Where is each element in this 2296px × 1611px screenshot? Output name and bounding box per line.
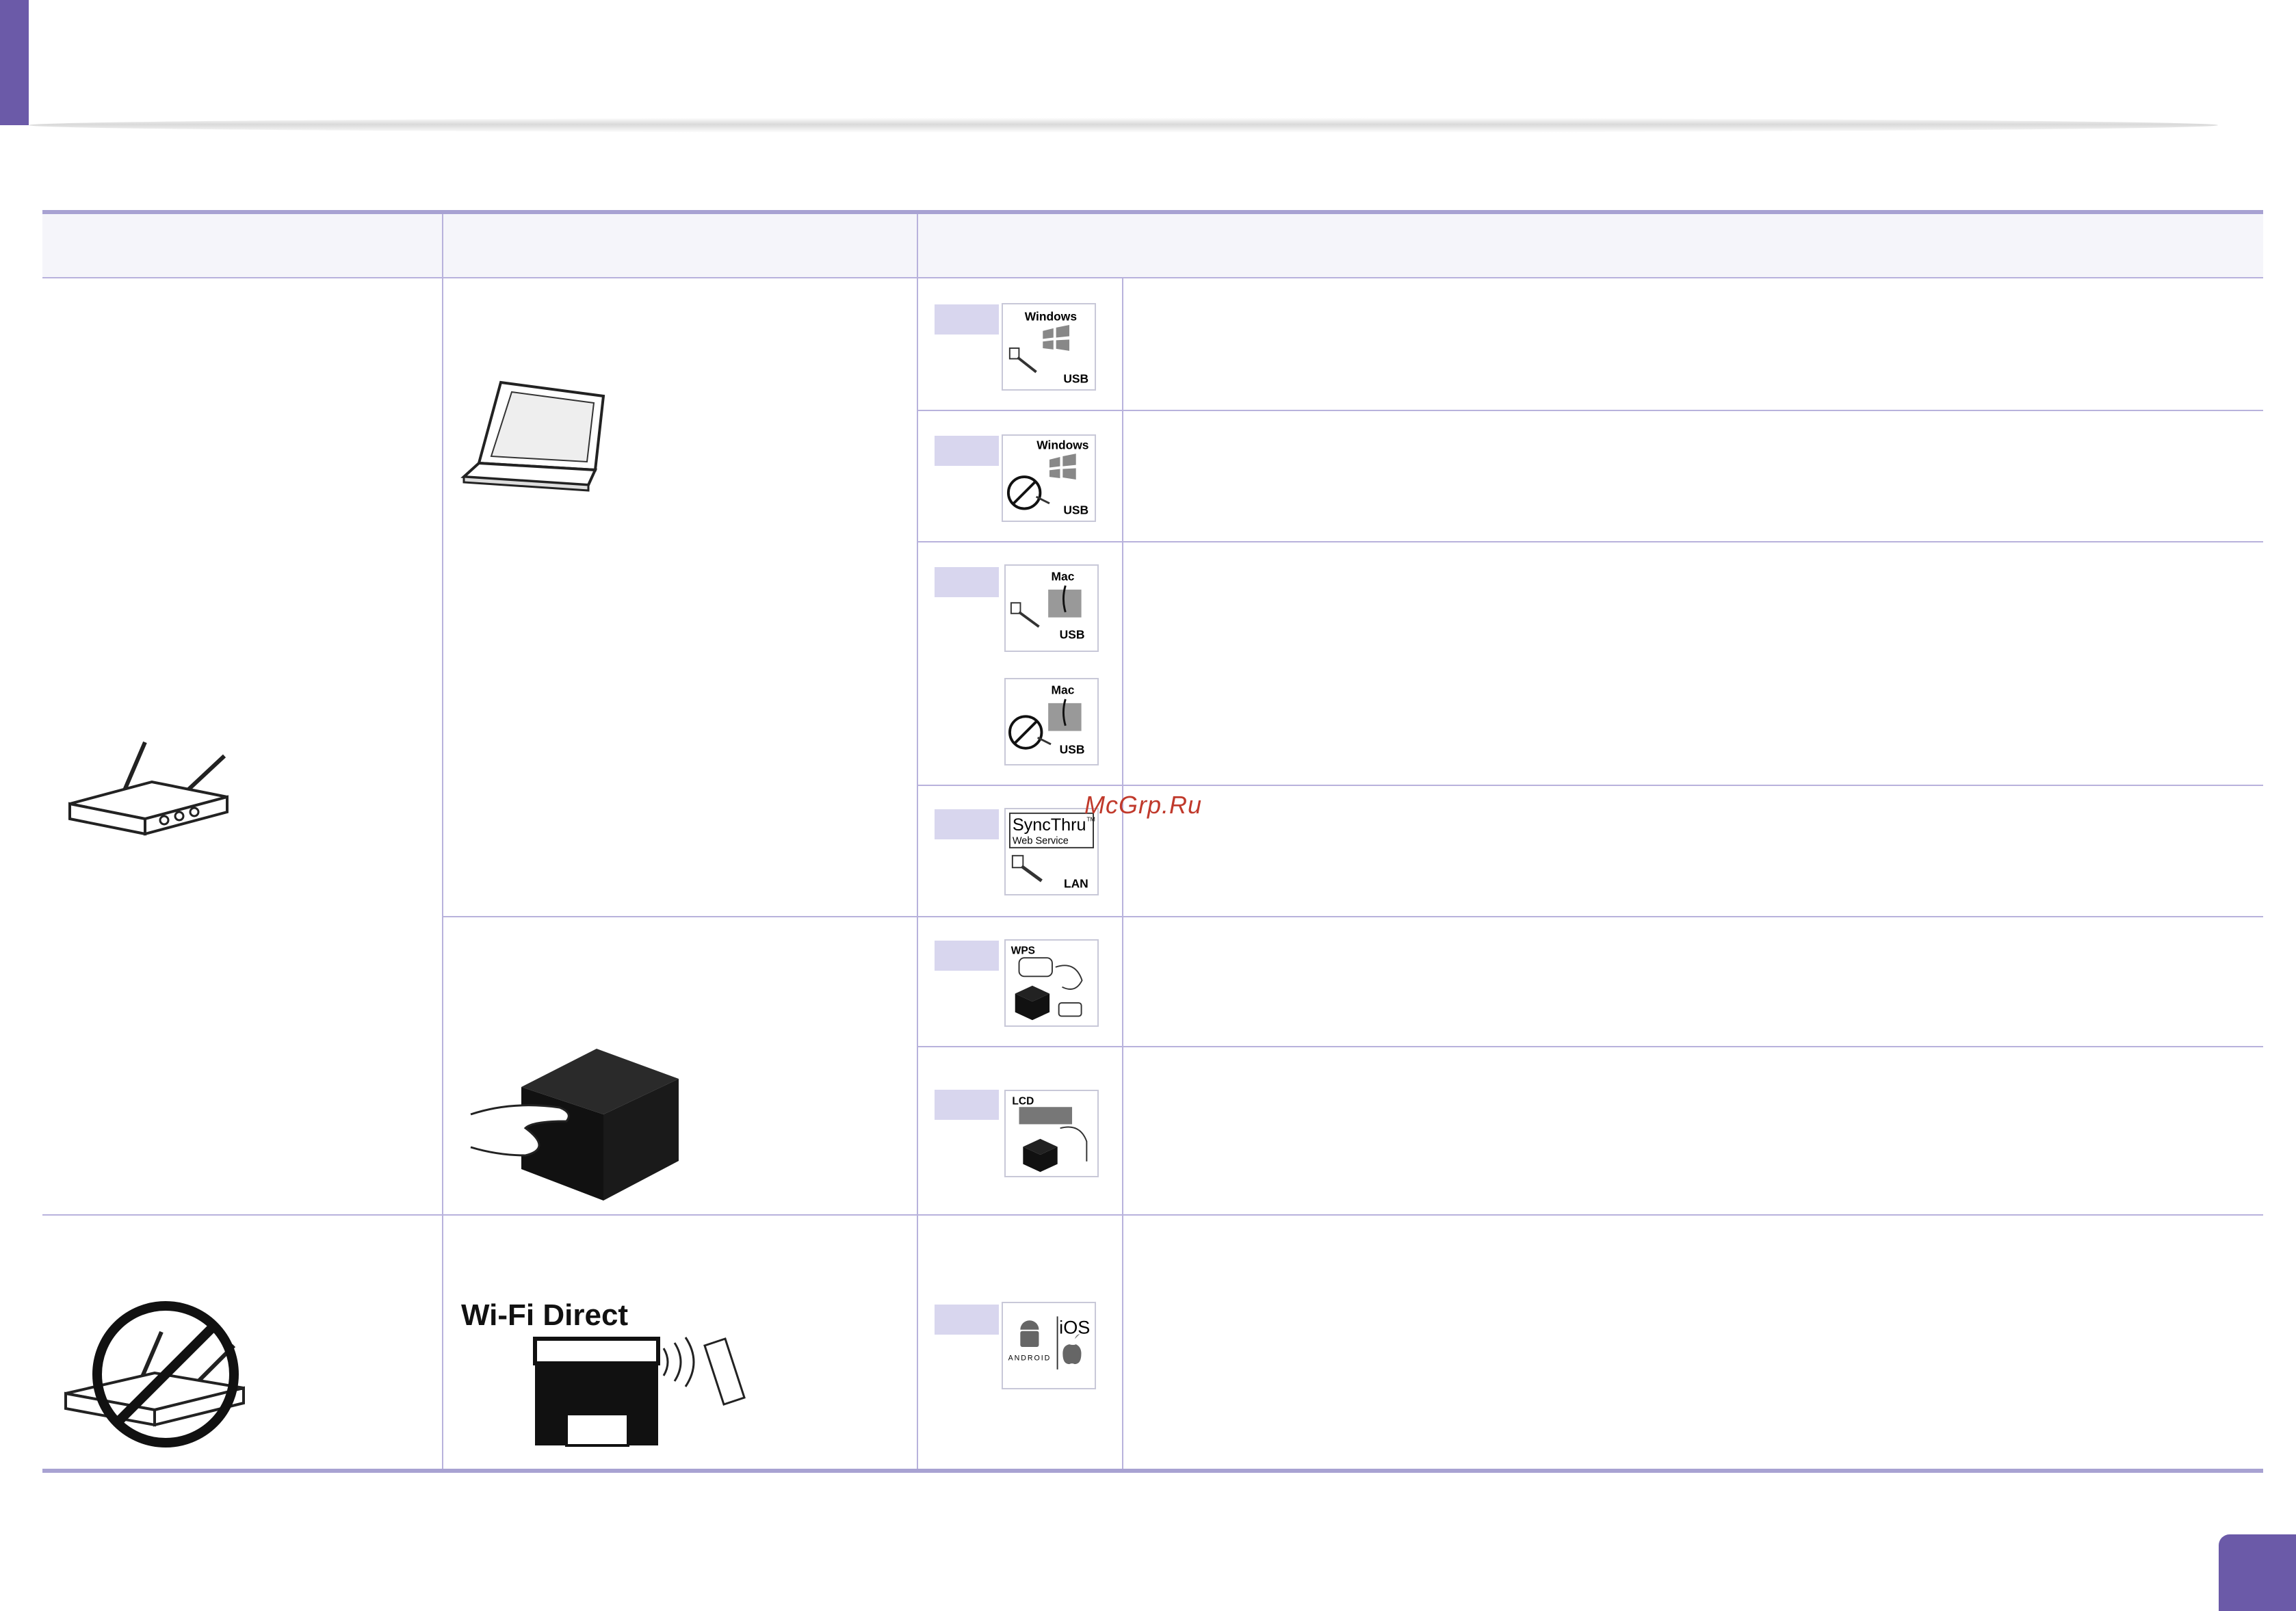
lcd-screen-icon [1019,1107,1073,1125]
option-tag [935,436,999,466]
lcd-badge: LCD [1004,1090,1099,1177]
col-divider-2 [917,278,918,1469]
svg-text:Windows: Windows [1036,438,1088,451]
accent-bar [0,0,29,125]
option-tag [935,1090,999,1120]
android-icon [1020,1320,1039,1330]
table-header-row [42,210,2263,278]
header-divider-1 [442,214,443,278]
wifi-direct-label: Wi-Fi Direct [461,1298,629,1332]
row-divider [917,541,2263,542]
svg-text:USB: USB [1063,371,1088,385]
svg-text:Mac: Mac [1052,569,1075,583]
lan-cable-icon [1020,865,1043,882]
no-router-illustration [64,1301,245,1448]
row-divider [917,1046,2263,1047]
table-bottom-rule [42,1469,2263,1473]
wifi-direct-illustration [533,1337,746,1447]
svg-text:USB: USB [1060,628,1085,642]
windows-usb-badge: Windows USB [1002,303,1096,391]
row-divider [917,785,2263,786]
router-illustration [68,741,229,836]
lan-port-icon [1011,854,1024,869]
header-rule [29,118,2218,133]
mac-finder-icon [1048,589,1082,618]
wps-button-icon [1018,957,1053,978]
svg-text:LAN: LAN [1064,876,1088,890]
option-tag [935,941,999,971]
page-number-tab [2219,1534,2296,1611]
option-tag [935,809,999,839]
col-divider-3 [1122,278,1123,1469]
smartphone-icon [703,1337,746,1406]
usb-port-icon [1008,347,1020,360]
svg-text:Mac: Mac [1052,683,1075,696]
svg-text:LCD: LCD [1012,1095,1034,1107]
mac-finder-icon [1048,703,1082,731]
mac-usb-badge: Mac USB [1004,564,1099,652]
section-divider [42,1214,2263,1216]
windows-no-usb-badge: Windows USB [1002,434,1096,522]
hand-icon [1055,965,1083,990]
windows-logo-icon [1043,325,1070,351]
option-tag [935,304,999,335]
svg-text:ANDROID: ANDROID [1008,1354,1052,1362]
wps-badge: WPS [1004,939,1099,1027]
svg-text:Web Service: Web Service [1013,835,1069,846]
syncthru-lan-badge: SyncThru TM Web Service LAN [1004,808,1099,895]
laptop-illustration [460,380,605,492]
usb-cable-icon [1017,356,1037,374]
setup-table: Windows USB Windows USB Mac USB Mac USB … [42,210,2263,1474]
usb-port-icon [1010,602,1021,614]
windows-logo-icon [1049,454,1076,480]
row-divider [442,916,2263,917]
hand-icon [1060,1126,1088,1162]
header-divider-2 [917,214,918,278]
svg-text:USB: USB [1060,743,1085,757]
svg-text:WPS: WPS [1011,945,1035,956]
usb-cable-icon [1018,611,1040,628]
option-tag [935,567,999,597]
windows-title: Windows [1025,309,1077,323]
col-divider-1 [442,278,443,1469]
watermark: McGrp.Ru [1084,791,1203,819]
row-divider [917,410,2263,411]
option-tag [935,1305,999,1335]
mac-no-usb-badge: Mac USB [1004,678,1099,765]
printer-illustration [470,1049,679,1201]
mobile-os-badge: ANDROID iOS [1002,1302,1096,1389]
svg-text:iOS: iOS [1059,1317,1090,1338]
syncthru-title: SyncThru [1013,815,1086,835]
apple-icon [1062,1333,1082,1365]
svg-text:USB: USB [1063,503,1088,516]
